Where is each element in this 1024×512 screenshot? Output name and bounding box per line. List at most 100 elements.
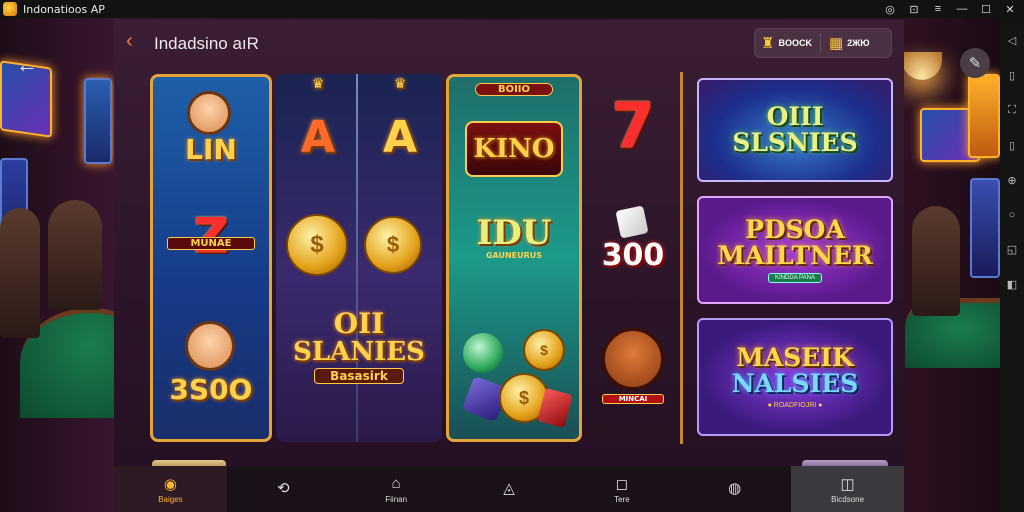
green-chip-icon — [463, 333, 503, 373]
nav-label: Fiinan — [385, 494, 408, 504]
profile-icon: ◫ — [840, 475, 855, 493]
reel2-logo-line1: OII — [333, 307, 385, 340]
headset-icon: ◉ — [163, 475, 177, 493]
reel2-top-fragment-2: ♛ — [393, 76, 407, 92]
nav-item-games[interactable]: ◉ Baiges — [114, 466, 227, 512]
gold-coin-icon-2: $ — [364, 216, 422, 274]
promo-icon: ◬ — [503, 480, 515, 497]
reel4-top-symbol: 7 — [611, 89, 655, 162]
nav-label: Tere — [614, 494, 630, 504]
side-screen-icon[interactable]: ▯ — [1009, 139, 1015, 152]
nav-item-promos[interactable]: ◬ — [453, 466, 566, 512]
promo3-line1: MASEIK — [736, 342, 854, 372]
neon-sign-right-2 — [968, 74, 1000, 158]
promo2-line2: MAILTNER — [717, 241, 873, 270]
reel2-logo-line3: Basasirk — [314, 368, 404, 384]
minimize-icon[interactable]: — — [956, 3, 968, 15]
window-title: Indonatioos AP — [23, 2, 105, 16]
slot-reel-3[interactable]: BOIIO KINO IDU GAUNEURUS $ $ — [446, 74, 582, 442]
reel2-symbol-a-2: A — [382, 112, 418, 163]
person-left-1 — [0, 208, 40, 338]
table-icon: ◻ — [615, 475, 629, 493]
screenshot-icon[interactable]: ⊡ — [908, 3, 920, 16]
reel3-kino-plaque: KINO — [465, 121, 563, 177]
slot-reel-4[interactable]: 7 300 MINCAI — [592, 74, 674, 442]
side-home-icon[interactable]: ▯ — [1009, 69, 1015, 82]
slot-reel-1[interactable]: LIN Z MUNAE 3S0O — [150, 74, 272, 442]
emulator-side-toolbar: ◁ ▯ ⛶ ▯ ⊕ ○ ◱ ◧ — [1000, 18, 1024, 512]
nav-label: Baiges — [158, 494, 183, 504]
reel2-logo-line2: SLANIES — [293, 337, 425, 367]
app-icon — [3, 2, 17, 16]
promo-banner-1[interactable]: OIII SLSNIES — [697, 78, 893, 182]
close-icon[interactable]: ✕ — [1004, 3, 1016, 16]
app-header: ‹ Indadsino aıR ♜ BOOCK ▦ 2ЖЮ — [114, 20, 904, 68]
reel4-bottom-tag: MINCAI — [602, 394, 664, 404]
promo-banner-3[interactable]: MASEIK NALSIES ● ROADFIOJRI ● — [697, 318, 893, 436]
coin-balance-2: 2ЖЮ — [847, 38, 870, 48]
promo2-tag: KINDDA PANA — [768, 273, 822, 283]
record-icon[interactable]: ◎ — [884, 3, 896, 16]
support-icon: ◍ — [728, 480, 742, 497]
reel2-symbol-a-1: A — [300, 112, 336, 163]
reel3-top-label: BOIIO — [475, 83, 553, 96]
promo1-line2: SLSNIES — [732, 128, 858, 157]
header-back-icon[interactable]: ‹ — [126, 30, 133, 53]
side-window-icon[interactable]: ◱ — [1007, 243, 1017, 256]
nav-label: Bicdsone — [831, 494, 865, 504]
reel3-top-symbol: KINO — [473, 134, 555, 164]
gold-coin-icon-3: $ — [523, 329, 565, 371]
history-icon: ⟲ — [277, 480, 290, 497]
coin-icon: ♜ — [761, 35, 775, 52]
promo3-tag: ● ROADFIOJRI ● — [767, 401, 823, 409]
promo3-line2: NALSIES — [731, 368, 859, 398]
reel1-mid-symbol: Z — [193, 208, 229, 264]
promo-banner-2[interactable]: PDSOA MAILTNER KINDDA PANA — [697, 196, 893, 304]
coin-stack-icon: ▦ — [828, 35, 844, 52]
side-fullscreen-icon[interactable]: ⛶ — [1008, 104, 1016, 117]
side-circle-icon[interactable]: ○ — [1009, 209, 1016, 221]
reel1-bottom-symbol: 3S0O — [169, 373, 253, 406]
wallet-divider — [819, 33, 821, 53]
ceiling-lamp — [902, 52, 942, 80]
person-left-2 — [48, 200, 102, 310]
home-icon: ⌂ — [391, 474, 401, 492]
promo2-line1: PDSOA — [745, 215, 845, 244]
settings-wrench-button[interactable]: ✎ — [960, 48, 990, 78]
bottom-nav: ◉ Baiges ⟲ ⌂ Fiinan ◬ ◻ Tere ◍ ◫ Bicdson… — [114, 466, 905, 512]
reel2-logo: OII SLANIES Basasirk — [282, 310, 436, 384]
dice-icon-2 — [615, 205, 649, 239]
person-right — [912, 206, 960, 316]
coin-balance-1: BOOCK — [778, 38, 812, 48]
reel4-mid-symbol: 300 — [601, 238, 665, 273]
character-face-icon — [187, 91, 231, 135]
window-controls: ◎ ⊡ ≡ — ☐ ✕ — [884, 0, 1016, 18]
reel1-top-symbol: LIN — [185, 133, 237, 166]
nav-item-support[interactable]: ◍ — [678, 466, 791, 512]
casino-app-panel: ‹ Indadsino aıR ♜ BOOCK ▦ 2ЖЮ LIN Z MUNA… — [114, 20, 905, 512]
slot-machine-right — [970, 178, 1000, 278]
nav-item-home[interactable]: ⌂ Fiinan — [340, 466, 453, 512]
back-arrow-icon[interactable]: ← — [16, 52, 38, 78]
promo1-line1: OIII — [766, 102, 824, 131]
nav-item-profile[interactable]: ◫ Bicdsone — [791, 466, 905, 512]
side-panel-icon[interactable]: ◧ — [1007, 278, 1017, 291]
slot-machine-left — [84, 78, 112, 164]
nav-item-history[interactable]: ⟲ — [227, 466, 340, 512]
reel3-mid: IDU GAUNEURUS — [455, 215, 573, 260]
nav-item-tables[interactable]: ◻ Tere — [565, 466, 678, 512]
wallet-balance[interactable]: ♜ BOOCK ▦ 2ЖЮ — [754, 28, 892, 58]
side-add-icon[interactable]: ⊕ — [1007, 174, 1016, 187]
page-title: Indadsino aıR — [154, 34, 259, 53]
slot-reel-2[interactable]: ♛ ♛ A A $ $ OII SLANIES Basasirk — [276, 74, 442, 442]
maximize-icon[interactable]: ☐ — [980, 3, 992, 16]
mascot-face-icon — [602, 328, 664, 390]
reel-divider — [356, 74, 358, 442]
emulator-titlebar: Indonatioos AP ◎ ⊡ ≡ — ☐ ✕ — [0, 0, 1024, 18]
promo-column: OIII SLSNIES PDSOA MAILTNER KINDDA PANA … — [680, 72, 898, 444]
side-back-icon[interactable]: ◁ — [1008, 34, 1016, 47]
reel3-mid-symbol: IDU — [476, 213, 552, 253]
menu-icon[interactable]: ≡ — [932, 3, 944, 15]
reel1-mid-banner: MUNAE — [167, 237, 255, 250]
gold-coin-icon: $ — [286, 214, 348, 276]
